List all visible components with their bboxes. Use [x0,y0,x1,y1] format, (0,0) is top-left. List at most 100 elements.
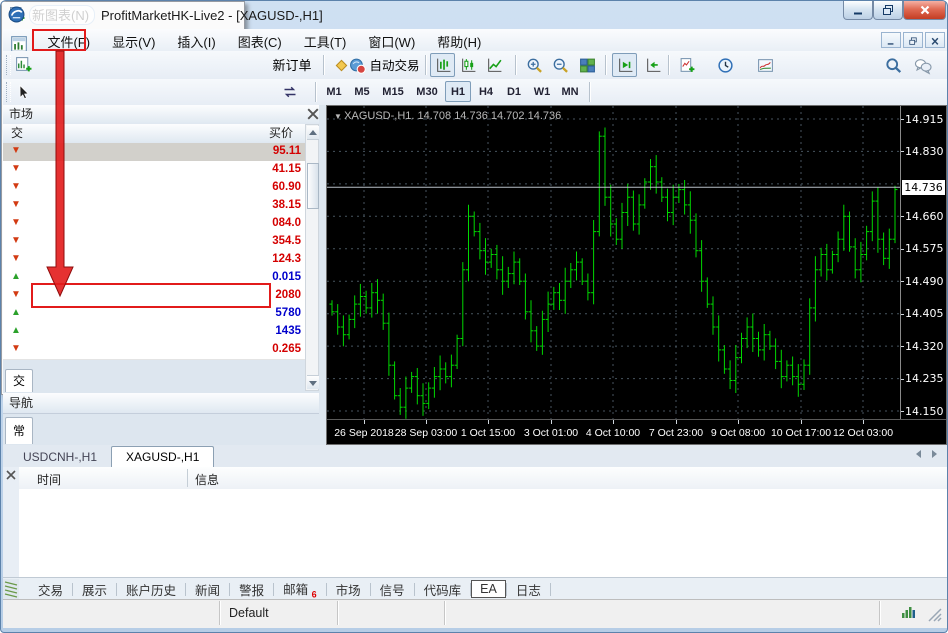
market-watch-row[interactable]: ▼354.5 [3,233,305,252]
mdi-restore-button[interactable] [903,32,923,48]
mdi-minimize-button[interactable] [881,32,901,48]
menu-item-4[interactable]: 图表(C) [227,29,293,51]
time-tick-label: 26 Sep 2018 [334,427,394,439]
market-watch-row[interactable]: ▼0.265 [3,341,305,360]
terminal-tab-9[interactable]: 代码库 [415,578,471,601]
chart-tab-xagusdh1[interactable]: XAGUSD-,H1 [111,446,214,468]
timeframe-m15[interactable]: M15 [377,81,409,102]
new-chart-button[interactable] [12,55,34,75]
terminal-tab-11[interactable]: 日志 [507,578,550,601]
time-axis[interactable]: 26 Sep 201828 Sep 03:001 Oct 15:003 Oct … [327,420,946,444]
indicators-button[interactable]: ▼ [674,53,708,77]
tabs-scroll-left[interactable] [916,450,921,458]
terminal-close-icon[interactable] [6,470,16,480]
auto-scroll-button[interactable] [640,53,665,77]
market-watch-close-icon[interactable] [307,108,319,120]
new-order-button[interactable]: 新订单 [267,54,317,76]
time-tick-label: 28 Sep 03:00 [395,427,457,439]
zoom-in-button[interactable] [521,53,546,77]
price-axis[interactable]: 14.91514.83014.66014.57514.49014.40514.3… [901,106,946,419]
line-mode-icon [486,57,503,74]
zoom-in-icon [526,57,543,74]
tile-windows-button[interactable] [574,53,599,77]
status-divider [879,601,881,625]
menu-item-7[interactable]: 帮助(H) [426,29,492,51]
chart-collapse-icon[interactable]: ▼ [334,112,344,121]
chart-shift-button[interactable] [612,53,637,77]
terminal-tab-1[interactable]: 交易 [29,578,72,601]
chart-window[interactable]: ▼ XAGUSD-,H1. 14.708 14.736 14.702 14.73… [326,105,947,445]
templates-button[interactable]: ▼ [752,53,786,77]
terminal-tab-6[interactable]: 邮箱 6 [274,577,326,602]
menu-item-5[interactable]: 工具(T) [293,29,358,51]
cursor-button[interactable] [12,80,34,102]
market-watch-scrollbar[interactable] [305,124,319,391]
timeframe-h4[interactable]: H4 [473,81,499,102]
timeframe-d1[interactable]: D1 [501,81,527,102]
terminal-tab-5[interactable]: 警报 [230,578,273,601]
menu-item-2[interactable]: 显示(V) [101,29,166,51]
terminal-tab-10[interactable]: EA [471,580,506,598]
price-tick-mark [901,151,904,152]
market-watch-symbols-tab[interactable]: 交 [5,369,33,392]
market-watch-row[interactable]: ▼60.90 [3,179,305,198]
timeframe-label: MN [561,86,578,98]
market-watch-column-header[interactable]: 交 买价 [3,124,305,144]
crosshair-sync-button[interactable]: ▼ [277,80,311,102]
menu-item-6[interactable]: 窗口(W) [357,29,426,51]
market-watch-row[interactable]: ▼38.15 [3,197,305,216]
market-watch-row[interactable]: ▲5780 [3,305,305,324]
scroll-thumb[interactable] [307,163,319,209]
timeframe-mn[interactable]: MN [557,81,583,102]
price-tick-mark [901,346,904,347]
periods-button[interactable]: ▼ [712,53,746,77]
terminal-tab-2[interactable]: 展示 [73,578,116,601]
menu-item-1[interactable]: 文件(F) [36,29,101,51]
timeframe-h1[interactable]: H1 [445,81,471,102]
market-watch-row[interactable]: ▲0.015 [3,269,305,288]
candlestick-mode-button[interactable] [455,53,480,77]
bar-chart-mode-button[interactable] [430,53,455,77]
scroll-up-button[interactable] [307,126,319,140]
down-arrow-icon: ▼ [11,217,21,228]
down-arrow-icon: ▼ [11,253,21,264]
minimize-button[interactable] [843,1,873,20]
market-watch-row[interactable]: ▼95.11 [3,143,305,162]
title-bar[interactable]: ProfitMarketHK-Live2 - [XAGUSD-,H1] [1,1,948,29]
line-chart-mode-button[interactable] [481,53,506,77]
terminal-tab-3[interactable]: 账户历史 [117,578,185,601]
chart-plot[interactable] [327,106,900,419]
restore-button[interactable] [873,1,903,20]
timeframe-m5[interactable]: M5 [349,81,375,102]
menu-item-3[interactable]: 插入(I) [166,29,226,51]
terminal-tabs-bar: 交易展示账户历史新闻警报邮箱 6市场信号代码库EA日志 [3,577,947,600]
scroll-down-button[interactable] [307,375,319,389]
navigator-common-tab[interactable]: 常 [5,417,33,444]
column-divider[interactable] [187,469,188,487]
search-button[interactable] [881,53,906,77]
market-watch-row[interactable]: ▼41.15 [3,161,305,180]
terminal-tab-7[interactable]: 市场 [327,578,370,601]
terminal-tab-8[interactable]: 信号 [371,578,414,601]
market-watch-row[interactable]: ▼124.3 [3,251,305,270]
time-tick-mark [488,420,489,424]
terminal-tab-4[interactable]: 新闻 [186,578,229,601]
quick-access-area [29,5,95,25]
market-watch-row[interactable]: ▼2080 [3,287,305,306]
autotrading-button[interactable]: 自动交易 [346,53,422,77]
zoom-out-button[interactable] [547,53,572,77]
close-button[interactable] [903,1,946,20]
market-watch-row[interactable]: ▲1435 [3,323,305,342]
timeframe-w1[interactable]: W1 [529,81,555,102]
timeframe-m1[interactable]: M1 [321,81,347,102]
tabs-scroll-right[interactable] [932,450,937,458]
time-tick-label: 12 Oct 03:00 [833,427,893,439]
timeframe-m30[interactable]: M30 [411,81,443,102]
mdi-close-button[interactable] [925,32,945,48]
chat-button[interactable] [909,53,937,77]
market-watch-row[interactable]: ▼084.0 [3,215,305,234]
resize-grip[interactable] [927,607,943,628]
terminal-table-header[interactable]: 时间 信息 [19,467,947,490]
chart-tab-usdcnhh1[interactable]: USDCNH-,H1 [9,447,111,467]
time-tick-label: 3 Oct 01:00 [524,427,578,439]
